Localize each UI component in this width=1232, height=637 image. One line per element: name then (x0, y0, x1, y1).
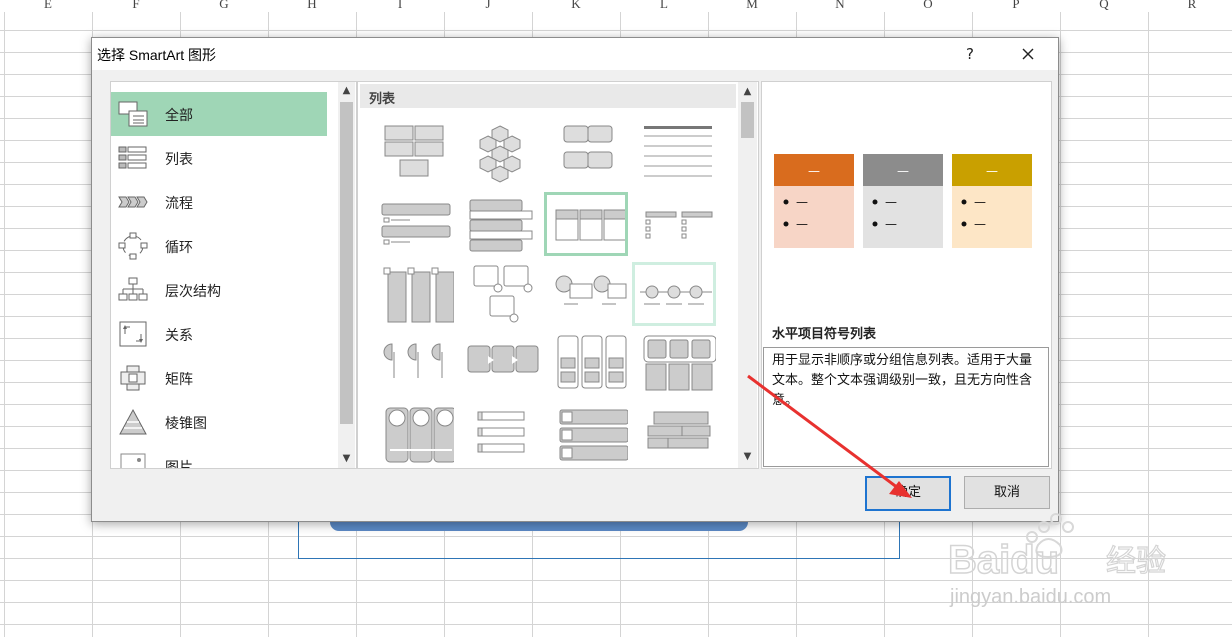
watermark-brand: Baidu (948, 538, 1059, 582)
watermark-cn: 经验 (1106, 544, 1166, 579)
baidu-jingyan-watermark: Baidu 经验 jingyan.baidu.com (948, 513, 1167, 608)
watermark-url: jingyan.baidu.com (949, 586, 1111, 608)
